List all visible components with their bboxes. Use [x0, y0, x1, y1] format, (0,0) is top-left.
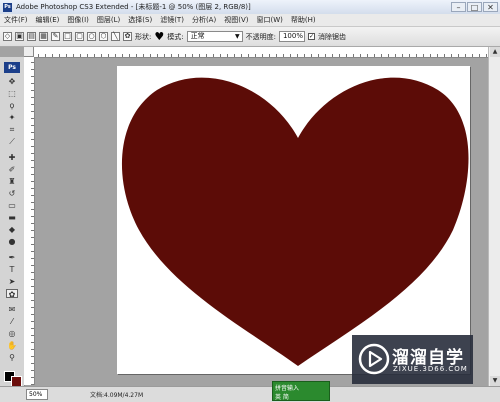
marquee-tool-icon[interactable]: ⬚	[6, 89, 18, 98]
menu-layer[interactable]: 图层(L)	[93, 15, 124, 25]
menu-window[interactable]: 窗口(W)	[252, 15, 286, 25]
menu-edit[interactable]: 编辑(E)	[32, 15, 64, 25]
antialias-checkbox[interactable]: ✓	[307, 33, 315, 40]
opacity-input[interactable]: 100%	[278, 31, 305, 42]
maximize-button[interactable]: □	[467, 2, 482, 12]
window-controls: – □ ✕	[451, 2, 498, 12]
heart-shape[interactable]	[121, 77, 469, 367]
status-bar: 50% 文档:4.09M/4.27M	[0, 386, 500, 402]
menu-filter[interactable]: 滤镜(T)	[156, 15, 188, 25]
notes-tool-icon[interactable]: ✉	[6, 305, 18, 314]
dodge-tool-icon[interactable]: ●	[6, 237, 18, 246]
watermark-url: ZIXUE.3D66.COM	[393, 365, 468, 373]
vertical-scrollbar[interactable]: ▲ ▼	[488, 47, 500, 386]
history-brush-icon[interactable]: ↺	[6, 189, 18, 198]
move-tool-icon[interactable]: ✥	[6, 77, 18, 86]
polygon-tool-icon[interactable]: ⬡	[99, 32, 108, 41]
zoom-input[interactable]: 50%	[26, 389, 48, 400]
hand-tool-icon[interactable]: ✋	[6, 341, 18, 350]
path-selection-icon[interactable]: ➤	[6, 277, 18, 286]
3d-tool-icon[interactable]: ◎	[6, 329, 18, 338]
scroll-down-icon[interactable]: ▼	[490, 376, 500, 386]
custom-shape-tool-icon[interactable]: ✿	[123, 32, 132, 41]
vertical-ruler	[24, 57, 35, 385]
chevron-down-icon: ▼	[234, 33, 240, 40]
close-button[interactable]: ✕	[483, 2, 498, 12]
window-title: Adobe Photoshop CS3 Extended - [未标题-1 @ …	[16, 3, 251, 11]
custom-shape-tool-icon[interactable]: ✿	[6, 289, 18, 299]
document-size[interactable]: 文档:4.09M/4.27M	[90, 390, 143, 399]
watermark: 溜溜自学 ZIXUE.3D66.COM	[352, 335, 473, 384]
paths-icon[interactable]: ▤	[27, 32, 36, 41]
heart-shape-layer	[121, 77, 469, 367]
mode-label: 模式:	[167, 32, 184, 41]
lasso-tool-icon[interactable]: ϙ	[6, 101, 18, 110]
opacity-label: 不透明度:	[245, 32, 276, 41]
menu-view[interactable]: 视图(V)	[220, 15, 252, 25]
menu-bar: 文件(F) 编辑(E) 图像(I) 图层(L) 选择(S) 滤镜(T) 分析(A…	[0, 14, 500, 27]
title-bar: Ps Adobe Photoshop CS3 Extended - [未标题-1…	[0, 0, 500, 15]
minimize-button[interactable]: –	[451, 2, 466, 12]
slice-tool-icon[interactable]: ⟋	[6, 137, 18, 146]
brush-tool-icon[interactable]: ✐	[6, 165, 18, 174]
pen-tool-icon[interactable]: ✎	[51, 32, 60, 41]
play-logo-icon	[358, 343, 390, 375]
type-tool-icon[interactable]: T	[6, 265, 18, 274]
heart-shape-picker-icon[interactable]: ♥	[154, 31, 164, 42]
fill-pixels-icon[interactable]: ▦	[39, 32, 48, 41]
ellipse-tool-icon[interactable]: ○	[87, 32, 96, 41]
horizontal-ruler	[24, 47, 500, 58]
toolbox-logo: Ps	[4, 62, 20, 73]
crop-tool-icon[interactable]: ⌗	[6, 125, 18, 134]
pen-tool-icon[interactable]: ✒	[6, 253, 18, 262]
ime-toolbar[interactable]: 拼音输入 英 简	[272, 381, 330, 401]
tool-preset-icon[interactable]: ◇	[3, 32, 12, 41]
eyedropper-tool-icon[interactable]: ⁄	[6, 317, 18, 326]
toolbox: Ps ✥ ⬚ ϙ ✦ ⌗ ⟋ ✚ ✐ ♜ ↺ ▭ ▬ ◆ ● ✒ T ➤ ✿ ✉…	[0, 57, 25, 387]
opacity-value: 100%	[282, 32, 303, 40]
shape-label: 形状:	[135, 32, 152, 41]
menu-analysis[interactable]: 分析(A)	[188, 15, 220, 25]
options-bar: ◇ ▣ ▤ ▦ ✎ □ ▢ ○ ⬡ ╲ ✿ 形状: ♥ 模式: 正常 ▼ 不透明…	[0, 27, 500, 47]
eraser-tool-icon[interactable]: ▭	[6, 201, 18, 210]
rounded-rectangle-tool-icon[interactable]: ▢	[75, 32, 84, 41]
gradient-tool-icon[interactable]: ▬	[6, 213, 18, 222]
ruler-origin[interactable]	[24, 47, 34, 57]
menu-help[interactable]: 帮助(H)	[287, 15, 320, 25]
shape-layers-icon[interactable]: ▣	[15, 32, 24, 41]
clone-stamp-icon[interactable]: ♜	[6, 177, 18, 186]
menu-select[interactable]: 选择(S)	[124, 15, 156, 25]
menu-image[interactable]: 图像(I)	[63, 15, 93, 25]
magic-wand-icon[interactable]: ✦	[6, 113, 18, 122]
healing-brush-icon[interactable]: ✚	[6, 153, 18, 162]
zoom-tool-icon[interactable]: ⚲	[6, 353, 18, 362]
scroll-up-icon[interactable]: ▲	[490, 47, 500, 57]
mode-value: 正常	[190, 32, 205, 40]
mode-select[interactable]: 正常 ▼	[186, 31, 243, 42]
rectangle-tool-icon[interactable]: □	[63, 32, 72, 41]
ime-lang: 英 简	[275, 394, 289, 401]
ime-mode: 拼音输入	[275, 385, 300, 392]
menu-file[interactable]: 文件(F)	[0, 15, 32, 25]
blur-tool-icon[interactable]: ◆	[6, 225, 18, 234]
document-canvas[interactable]	[117, 66, 470, 374]
line-tool-icon[interactable]: ╲	[111, 32, 120, 41]
app-logo: Ps	[3, 2, 12, 12]
antialias-label: 消除锯齿	[317, 32, 346, 41]
